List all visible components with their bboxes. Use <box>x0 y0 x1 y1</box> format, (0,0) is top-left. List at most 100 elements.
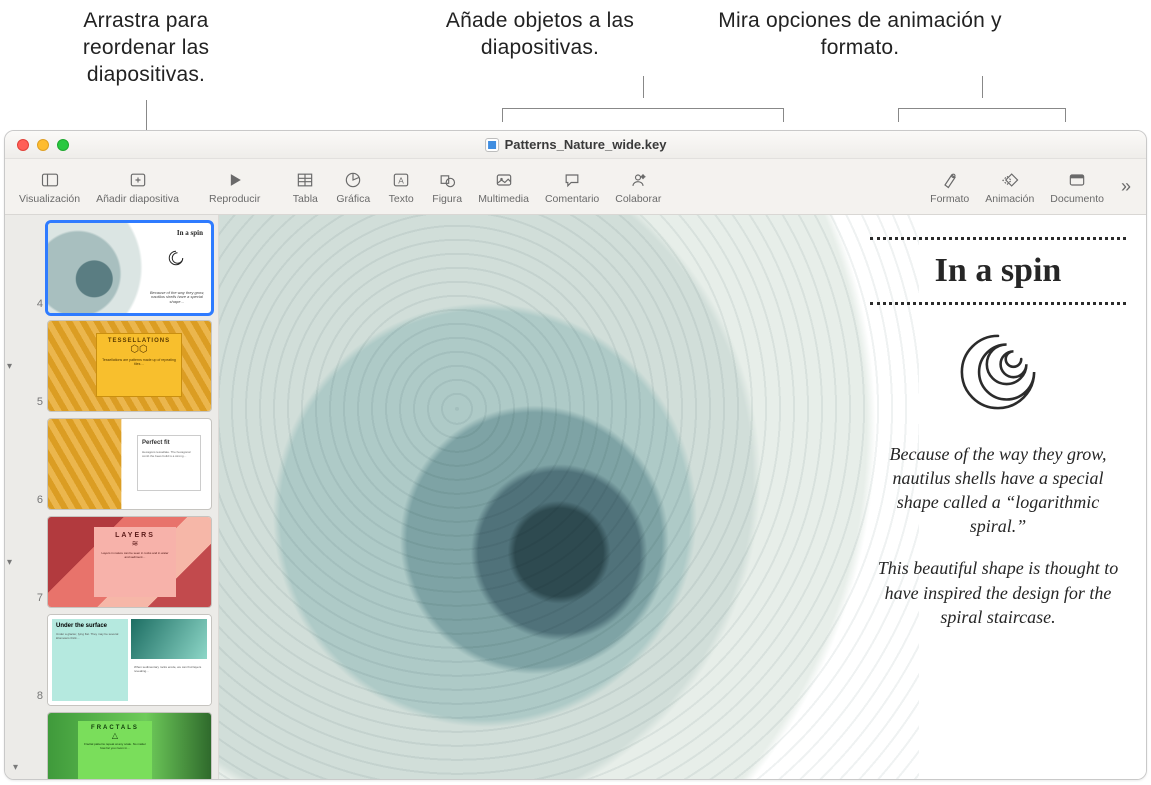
callout-inspectors: Mira opciones de animación y formato. <box>700 8 1020 62</box>
shape-button[interactable]: Figura <box>424 166 470 207</box>
slide-thumbnail[interactable]: LAYERS ≋ Layers in nature can be seen in… <box>47 516 212 608</box>
slide-thumbnail[interactable]: FRACTALS △ Fractal patterns repeat at an… <box>47 712 212 779</box>
animate-button[interactable]: Animación <box>977 166 1042 207</box>
text-icon: A <box>391 170 411 190</box>
chart-label: Gráfica <box>336 193 370 205</box>
thumb-text: Hexagons tessellate. The hexagonal comb … <box>142 450 196 458</box>
comment-button[interactable]: Comentario <box>537 166 607 207</box>
slide-number: 6 <box>23 494 43 510</box>
thumb-text: Under a glacier, lying flat. They may be… <box>56 632 124 640</box>
slide-number: 5 <box>23 396 43 412</box>
slide-number: 7 <box>23 592 43 608</box>
navigator-collapse-icon[interactable]: ▾ <box>13 762 18 773</box>
thumb-text: Layers in nature can be seen in rocks an… <box>99 551 171 559</box>
add-slide-label: Añadir diapositiva <box>96 193 179 205</box>
chart-icon <box>343 170 363 190</box>
window-title-text: Patterns_Nature_wide.key <box>505 137 667 152</box>
media-label: Multimedia <box>478 193 529 205</box>
format-button[interactable]: Formato <box>922 166 977 207</box>
add-slide-button[interactable]: Añadir diapositiva <box>88 166 187 207</box>
thumb-card: FRACTALS △ Fractal patterns repeat at an… <box>78 721 152 779</box>
thumb-card: Perfect fit Hexagons tessellate. The hex… <box>137 435 201 491</box>
window-controls <box>5 139 69 151</box>
media-icon <box>494 170 514 190</box>
keynote-doc-icon <box>485 138 499 152</box>
collaborate-label: Colaborar <box>615 193 661 205</box>
triangle-icon: △ <box>82 731 148 740</box>
thumb-title: Perfect fit <box>142 440 196 446</box>
slide-thumbnail-6[interactable]: 6 Perfect fit Hexagons tessellate. The h… <box>5 415 218 513</box>
slide-thumbnail[interactable]: Under the surface Under a glacier, lying… <box>47 614 212 706</box>
callout-reorder-slides: Arrastra para reordenar las diapositivas… <box>36 8 256 89</box>
help-annotations: Arrastra para reordenar las diapositivas… <box>0 8 1151 128</box>
comment-label: Comentario <box>545 193 599 205</box>
table-button[interactable]: Tabla <box>282 166 328 207</box>
table-label: Tabla <box>293 193 318 205</box>
play-label: Reproducir <box>209 193 260 205</box>
slide-text-column: In a spin Because of the way they grow, … <box>870 233 1126 647</box>
shape-label: Figura <box>432 193 462 205</box>
play-icon <box>225 170 245 190</box>
spiral-icon <box>955 329 1041 415</box>
slide-thumbnail-9[interactable]: FRACTALS △ Fractal patterns repeat at an… <box>5 709 218 779</box>
zoom-window-button[interactable] <box>57 139 69 151</box>
slide-thumbnail[interactable]: In a spin Because of the way they grow, … <box>47 222 212 314</box>
slide-thumbnail[interactable]: TESSELLATIONS ⬡⬡ Tessellations are patte… <box>47 320 212 412</box>
animate-icon <box>1000 170 1020 190</box>
under-surface-layout: Under the surface Under a glacier, lying… <box>48 615 211 705</box>
slide-thumbnail-8[interactable]: 8 Under the surface Under a glacier, lyi… <box>5 611 218 709</box>
media-button[interactable]: Multimedia <box>470 166 537 207</box>
view-button[interactable]: Visualización <box>11 166 88 207</box>
text-button[interactable]: A Texto <box>378 166 424 207</box>
add-slide-icon <box>128 170 148 190</box>
titlebar: Patterns_Nature_wide.key <box>5 131 1146 159</box>
callout-insert-objects: Añade objetos a las diapositivas. <box>400 8 680 62</box>
callout-bracket-insert <box>502 98 784 130</box>
format-label: Formato <box>930 193 969 205</box>
table-icon <box>295 170 315 190</box>
thumb-title: In a spin <box>177 229 203 237</box>
slide-body-2[interactable]: This beautiful shape is thought to have … <box>870 556 1126 628</box>
thumb-title: Under the surface <box>56 623 124 629</box>
slide-thumbnail[interactable]: Perfect fit Hexagons tessellate. The hex… <box>47 418 212 510</box>
view-icon <box>40 170 60 190</box>
dotted-divider <box>870 302 1126 305</box>
document-button[interactable]: Documento <box>1042 166 1112 207</box>
svg-text:A: A <box>398 175 404 185</box>
slide-thumbnail-7[interactable]: ▾ 7 LAYERS ≋ Layers in nature can be see… <box>5 513 218 611</box>
toolbar-overflow-button[interactable]: » <box>1112 176 1140 197</box>
thumb-text: Tessellations are patterns made up of re… <box>101 358 177 366</box>
slide-body-1[interactable]: Because of the way they grow, nautilus s… <box>870 442 1126 538</box>
minimize-window-button[interactable] <box>37 139 49 151</box>
slide-title[interactable]: In a spin <box>870 244 1126 298</box>
callout-bracket-inspect <box>898 98 1066 130</box>
slide-thumbnail-4[interactable]: 4 In a spin Because of the way they grow… <box>5 219 218 317</box>
toolbar: Visualización Añadir diapositiva Reprodu… <box>5 159 1146 215</box>
window-title: Patterns_Nature_wide.key <box>485 137 667 152</box>
keynote-window: Patterns_Nature_wide.key Visualización A… <box>4 130 1147 780</box>
nautilus-ridges-overlay <box>219 215 919 779</box>
close-window-button[interactable] <box>17 139 29 151</box>
document-label: Documento <box>1050 193 1104 205</box>
slide-canvas[interactable]: In a spin Because of the way they grow, … <box>219 215 1146 779</box>
document-icon <box>1067 170 1087 190</box>
hexagon-icon: ⬡⬡ <box>130 344 147 355</box>
spiral-mini-icon <box>167 249 185 267</box>
play-button[interactable]: Reproducir <box>201 166 268 207</box>
disclosure-triangle-icon[interactable]: ▾ <box>7 557 19 568</box>
slide-number: 8 <box>23 690 43 706</box>
wave-icon: ≋ <box>99 539 171 548</box>
thumb-title: LAYERS <box>99 532 171 539</box>
chart-button[interactable]: Gráfica <box>328 166 378 207</box>
thumb-subtext: When sedimentary rocks erode, we can fin… <box>131 662 207 702</box>
slide-thumbnail-5[interactable]: ▾ 5 TESSELLATIONS ⬡⬡ Tessellations are p… <box>5 317 218 415</box>
slide-number: 4 <box>23 298 43 314</box>
disclosure-triangle-icon[interactable]: ▾ <box>7 361 19 372</box>
slide-navigator[interactable]: 4 In a spin Because of the way they grow… <box>5 215 219 779</box>
dotted-divider <box>870 237 1126 240</box>
thumb-card: LAYERS ≋ Layers in nature can be seen in… <box>94 527 176 597</box>
animate-label: Animación <box>985 193 1034 205</box>
text-label: Texto <box>389 193 414 205</box>
collaborate-button[interactable]: Colaborar <box>607 166 669 207</box>
thumb-text: Fractal patterns repeat at any scale. No… <box>82 742 148 750</box>
